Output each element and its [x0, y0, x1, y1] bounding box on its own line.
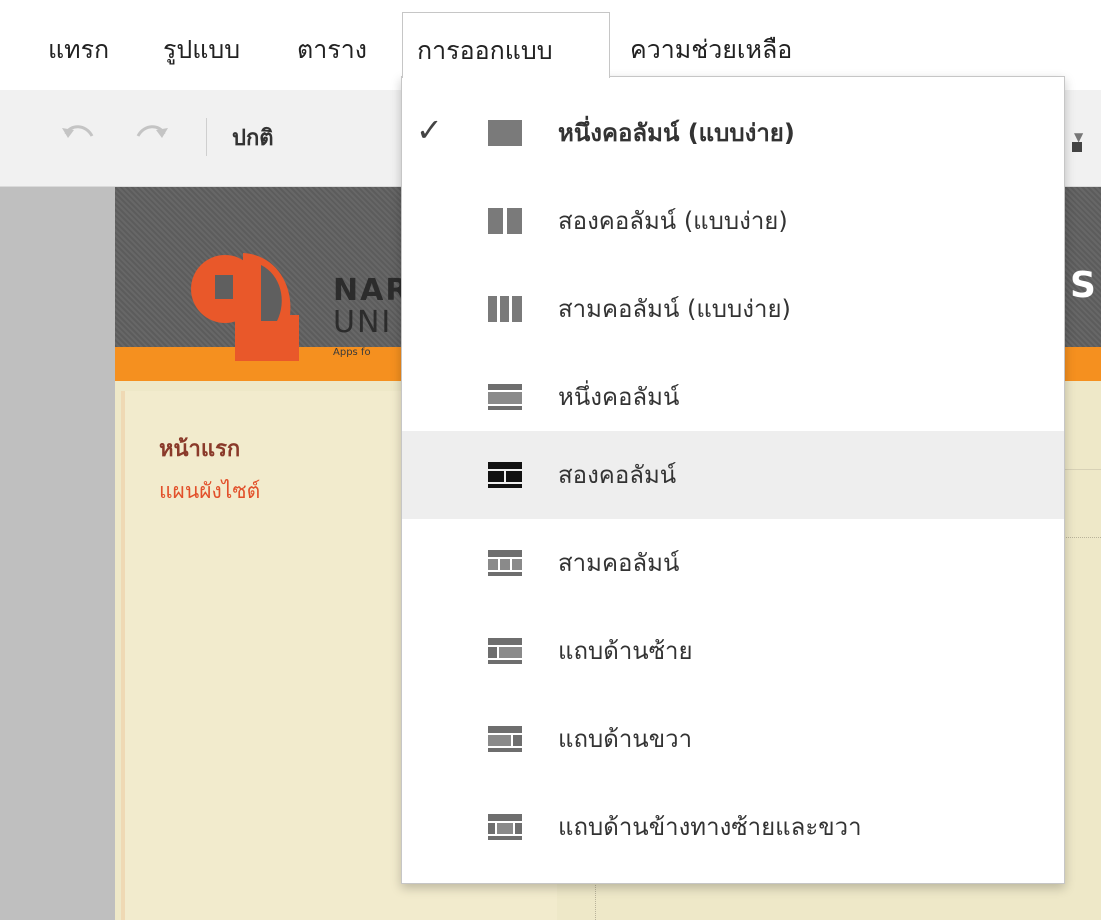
logo-text-line2: UNI — [333, 305, 393, 340]
nav-link-home[interactable]: หน้าแรก — [159, 431, 240, 466]
layout-option-label: สามคอลัมน์ (แบบง่าย) — [558, 295, 791, 323]
layout-dropdown-menu: ✓ หนึ่งคอลัมน์ (แบบง่าย) สองคอลัมน์ (แบบ… — [401, 76, 1065, 884]
layout-option-label: สามคอลัมน์ — [558, 549, 680, 577]
redo-icon[interactable] — [132, 120, 172, 150]
left-sidebar-icon — [486, 636, 524, 666]
paragraph-style-select[interactable]: ปกติ — [232, 120, 274, 155]
university-logo-icon — [185, 245, 305, 365]
toolbar-separator — [206, 118, 207, 156]
layout-option-label: สองคอลัมน์ — [558, 461, 677, 489]
layout-option-label: หนึ่งคอลัมน์ (แบบง่าย) — [558, 119, 795, 147]
one-column-simple-icon — [486, 118, 524, 148]
right-sidebar-icon — [486, 724, 524, 754]
logo-text-line1: NAR — [333, 273, 411, 308]
layout-option-three-column[interactable]: สามคอลัมน์ — [402, 519, 1064, 607]
two-column-icon — [486, 460, 524, 490]
left-right-sidebar-icon — [486, 812, 524, 842]
three-column-simple-icon — [486, 294, 524, 324]
layout-option-right-sidebar[interactable]: แถบด้านขวา — [402, 695, 1064, 783]
layout-option-label: สองคอลัมน์ (แบบง่าย) — [558, 207, 788, 235]
layout-option-two-column[interactable]: สองคอลัมน์ — [402, 431, 1064, 519]
color-swatch-icon — [1072, 142, 1082, 152]
layout-option-label: หนึ่งคอลัมน์ — [558, 383, 680, 411]
editor-gutter — [0, 187, 115, 920]
layout-option-left-sidebar[interactable]: แถบด้านซ้าย — [402, 607, 1064, 695]
three-column-icon — [486, 548, 524, 578]
one-column-icon — [486, 382, 524, 412]
layout-option-label: แถบด้านข้างทางซ้ายและขวา — [558, 813, 862, 841]
menu-layout[interactable]: การออกแบบ — [402, 12, 610, 78]
menu-help[interactable]: ความช่วยเหลือ — [616, 22, 806, 78]
undo-icon[interactable] — [58, 120, 98, 150]
two-column-simple-icon — [486, 206, 524, 236]
layout-option-two-column-simple[interactable]: สองคอลัมน์ (แบบง่าย) — [402, 177, 1064, 265]
layout-option-label: แถบด้านซ้าย — [558, 637, 693, 665]
header-title-fragment: S — [1070, 265, 1096, 306]
menu-table[interactable]: ตาราง — [283, 22, 381, 78]
menu-insert[interactable]: แทรก — [34, 22, 123, 78]
layout-option-one-column-simple[interactable]: ✓ หนึ่งคอลัมน์ (แบบง่าย) — [402, 89, 1064, 177]
layout-option-left-right-sidebar[interactable]: แถบด้านข้างทางซ้ายและขวา — [402, 783, 1064, 871]
nav-link-sitemap[interactable]: แผนผังไซต์ — [159, 475, 260, 508]
logo-tagline: Apps fo — [333, 347, 371, 358]
menu-format[interactable]: รูปแบบ — [149, 22, 254, 78]
toolbar-more-dropdown[interactable]: ▼ — [1068, 130, 1088, 160]
layout-option-one-column[interactable]: หนึ่งคอลัมน์ — [402, 353, 1064, 441]
check-icon: ✓ — [416, 111, 443, 149]
layout-option-three-column-simple[interactable]: สามคอลัมน์ (แบบง่าย) — [402, 265, 1064, 353]
layout-option-label: แถบด้านขวา — [558, 725, 693, 753]
